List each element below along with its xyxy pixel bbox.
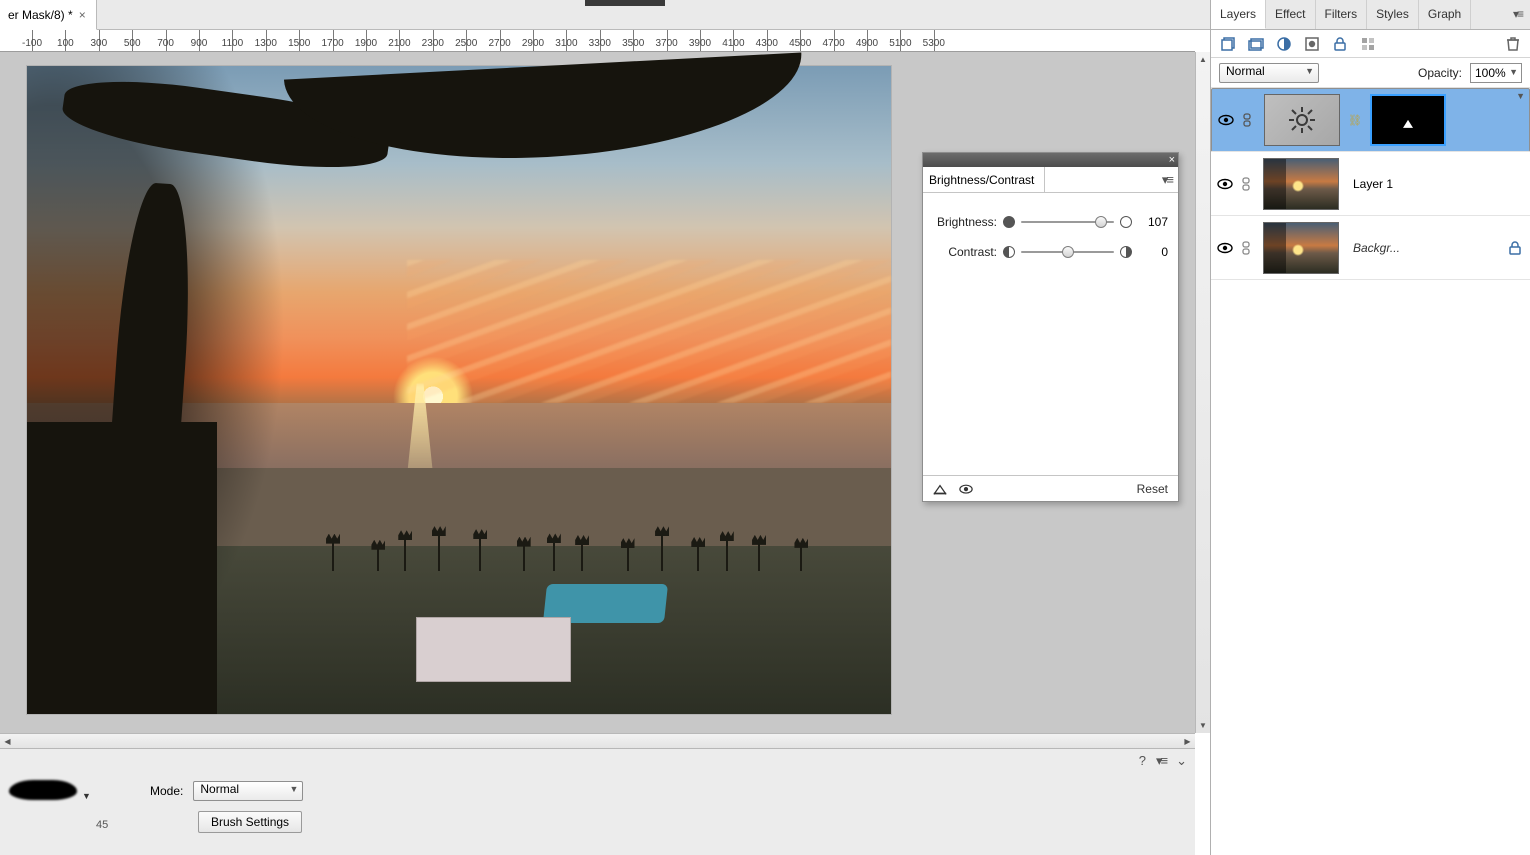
lock-layer-icon[interactable] — [1331, 35, 1349, 53]
layer-thumbnail[interactable] — [1263, 158, 1339, 210]
scroll-right-icon[interactable]: ▶ — [1180, 734, 1195, 748]
document-tab-title: er Mask/8) * — [8, 0, 73, 30]
dialog-titlebar[interactable]: × — [923, 153, 1178, 167]
brightness-contrast-dialog: × Brightness/Contrast ▾≡ Brightness: 107… — [922, 152, 1179, 502]
black-point-icon[interactable] — [1003, 216, 1015, 228]
layer-tools-row — [1211, 30, 1530, 58]
brightness-slider[interactable] — [1021, 215, 1114, 229]
adjustment-thumbnail[interactable] — [1264, 94, 1340, 146]
tab-layers[interactable]: Layers — [1211, 0, 1266, 29]
visibility-toggle-icon[interactable] — [1217, 178, 1233, 190]
layers-panel: Layers Effect Filters Styles Graph ▾≡ No… — [1210, 0, 1530, 855]
layer-row-adjustment[interactable]: ⛓ — [1211, 88, 1530, 152]
mask-link-icon[interactable]: ⛓ — [1348, 114, 1356, 127]
layer-name[interactable]: Layer 1 — [1347, 177, 1524, 191]
horizontal-ruler: -100100300500700900110013001500170019002… — [0, 30, 1195, 52]
add-mask-icon[interactable] — [1303, 35, 1321, 53]
scroll-left-icon[interactable]: ◀ — [0, 734, 15, 748]
mode-label: Mode: — [150, 784, 183, 798]
opacity-value: 100% — [1475, 66, 1506, 80]
preview-toggle-icon[interactable] — [959, 483, 973, 495]
vertical-scrollbar[interactable]: ▲ ▼ — [1195, 52, 1210, 733]
blend-mode-select[interactable]: Normal — [1219, 63, 1319, 83]
document-tab[interactable]: er Mask/8) * × — [0, 0, 97, 30]
layer-thumbnail[interactable] — [1263, 222, 1339, 274]
help-icon[interactable]: ? — [1139, 753, 1146, 769]
close-icon[interactable]: × — [79, 0, 86, 30]
lock-icon — [1508, 240, 1524, 256]
layer-row-layer1[interactable]: Layer 1 — [1211, 152, 1530, 216]
document-image — [27, 66, 891, 714]
reset-button[interactable]: Reset — [1137, 482, 1168, 496]
tab-graph[interactable]: Graph — [1419, 0, 1471, 29]
brush-settings-button[interactable]: Brush Settings — [198, 811, 302, 833]
new-group-icon[interactable] — [1247, 35, 1265, 53]
high-contrast-icon[interactable] — [1120, 246, 1132, 258]
brightness-value: 107 — [1138, 215, 1168, 229]
opacity-label: Opacity: — [1418, 66, 1462, 80]
visibility-toggle-icon[interactable] — [1218, 114, 1234, 126]
contrast-value: 0 — [1138, 245, 1168, 259]
scroll-up-icon[interactable]: ▲ — [1196, 52, 1210, 67]
dialog-close-icon[interactable]: × — [1169, 153, 1175, 167]
brush-preview[interactable] — [0, 773, 86, 807]
tab-effect[interactable]: Effect — [1266, 0, 1315, 29]
scroll-down-icon[interactable]: ▼ — [1196, 718, 1210, 733]
mode-value: Normal — [200, 782, 239, 796]
layer-name[interactable]: Backgr... — [1347, 241, 1500, 255]
contrast-row: Contrast: 0 — [931, 237, 1168, 267]
blend-mode-value: Normal — [1226, 64, 1265, 78]
mode-select[interactable]: Normal — [193, 781, 303, 801]
link-icon[interactable] — [1242, 113, 1256, 127]
layer-fx-icon[interactable] — [1359, 35, 1377, 53]
visibility-toggle-icon[interactable] — [1217, 242, 1233, 254]
dialog-title: Brightness/Contrast — [929, 167, 1045, 192]
delete-layer-icon[interactable] — [1504, 35, 1522, 53]
contrast-slider[interactable] — [1021, 245, 1114, 259]
layer-row-background[interactable]: Backgr... — [1211, 216, 1530, 280]
contrast-label: Contrast: — [931, 245, 997, 259]
dialog-menu-icon[interactable]: ▾≡ — [1162, 172, 1172, 188]
layer-list: ⛓ Layer 1 Backgr... — [1211, 88, 1530, 280]
layer-mask-thumbnail[interactable] — [1370, 94, 1446, 146]
brush-settings-label: Brush Settings — [211, 815, 289, 829]
tab-filters[interactable]: Filters — [1316, 0, 1368, 29]
dialog-footer: Reset — [923, 475, 1178, 501]
panel-tabs: Layers Effect Filters Styles Graph ▾≡ — [1211, 0, 1530, 30]
tool-options-bar: ? ▾≡ ⌄ ▼ 45 Mode: Normal Brush Settings — [0, 748, 1195, 855]
clip-to-layer-icon[interactable] — [933, 483, 947, 495]
adjustment-layer-icon[interactable] — [1275, 35, 1293, 53]
options-menu-icon[interactable]: ▾≡ — [1156, 753, 1166, 769]
link-icon[interactable] — [1241, 177, 1255, 191]
collapse-icon[interactable]: ⌄ — [1176, 753, 1187, 769]
link-icon[interactable] — [1241, 241, 1255, 255]
low-contrast-icon[interactable] — [1003, 246, 1015, 258]
horizontal-scrollbar[interactable]: ◀ ▶ — [0, 733, 1195, 748]
blend-opacity-row: Normal Opacity: 100% — [1211, 58, 1530, 88]
top-dark-strip — [585, 0, 665, 6]
white-point-icon[interactable] — [1120, 216, 1132, 228]
brush-preset-dropdown-icon[interactable]: ▼ — [82, 791, 91, 801]
tab-styles[interactable]: Styles — [1367, 0, 1419, 29]
brush-size-readout: 45 — [96, 819, 108, 831]
brightness-label: Brightness: — [931, 215, 997, 229]
dialog-header: Brightness/Contrast ▾≡ — [923, 167, 1178, 193]
panel-menu-icon[interactable]: ▾≡ — [1505, 0, 1530, 29]
new-layer-icon[interactable] — [1219, 35, 1237, 53]
opacity-input[interactable]: 100% — [1470, 63, 1522, 83]
brightness-row: Brightness: 107 — [931, 207, 1168, 237]
